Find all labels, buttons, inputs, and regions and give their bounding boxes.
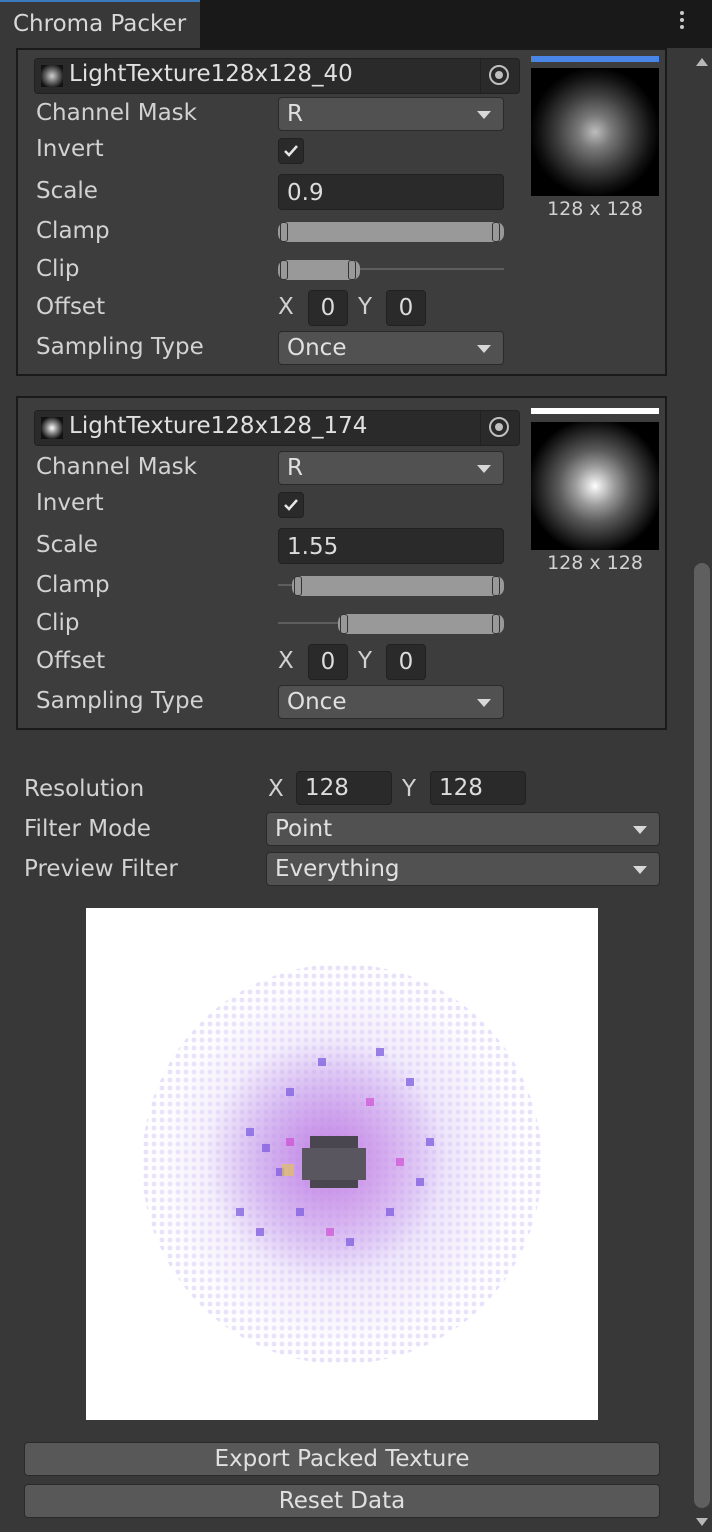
channel-mask-label: Channel Mask bbox=[36, 100, 197, 126]
scale-input[interactable]: 1.55 bbox=[278, 528, 504, 564]
invert-checkbox[interactable] bbox=[278, 138, 304, 164]
resolution-y-label: Y bbox=[402, 776, 417, 802]
texture-name: LightTexture128x128_174 bbox=[69, 413, 368, 439]
object-picker-button[interactable] bbox=[480, 411, 519, 445]
clip-max-handle[interactable] bbox=[348, 260, 356, 280]
channel-mask-dropdown[interactable]: R bbox=[278, 451, 504, 485]
scroll-thumb[interactable] bbox=[694, 563, 710, 1508]
offset-x-input[interactable]: 0 bbox=[308, 644, 348, 680]
clamp-max-handle[interactable] bbox=[492, 222, 500, 242]
clip-min-handle[interactable] bbox=[340, 614, 348, 634]
clip-label: Clip bbox=[36, 610, 80, 636]
clamp-label: Clamp bbox=[36, 572, 110, 598]
offset-y-input[interactable]: 0 bbox=[386, 644, 426, 680]
texture-preview bbox=[531, 422, 659, 550]
offset-label: Offset bbox=[36, 294, 106, 320]
resolution-x-input[interactable]: 128 bbox=[296, 771, 392, 805]
texture-preview bbox=[531, 68, 659, 196]
tab-chroma-packer[interactable]: Chroma Packer bbox=[0, 0, 200, 48]
preview-filter-value: Everything bbox=[275, 856, 400, 882]
sampling-type-dropdown[interactable]: Once bbox=[278, 685, 504, 719]
channel-mask-label: Channel Mask bbox=[36, 454, 197, 480]
clamp-min-handle[interactable] bbox=[294, 576, 302, 596]
packed-texture-image bbox=[132, 954, 552, 1374]
offset-x-label: X bbox=[278, 648, 294, 674]
resolution-x-label: X bbox=[268, 776, 284, 802]
texture-name: LightTexture128x128_40 bbox=[69, 61, 353, 87]
clip-max-handle[interactable] bbox=[492, 614, 500, 634]
offset-x-input[interactable]: 0 bbox=[308, 290, 348, 326]
vertical-scrollbar[interactable] bbox=[692, 48, 712, 1532]
sampling-type-label: Sampling Type bbox=[36, 334, 204, 360]
clamp-min-handle[interactable] bbox=[280, 222, 288, 242]
filter-mode-value: Point bbox=[275, 816, 333, 842]
channel-panel-1: LightTexture128x128_40 Channel Mask R In… bbox=[16, 48, 667, 376]
channel-color-bar bbox=[531, 56, 659, 62]
texture-object-field[interactable]: LightTexture128x128_40 bbox=[34, 58, 520, 94]
texture-thumbnail-icon bbox=[41, 417, 63, 439]
texture-size-label: 128 x 128 bbox=[547, 552, 643, 574]
checkmark-icon bbox=[284, 499, 298, 511]
sampling-type-dropdown[interactable]: Once bbox=[278, 331, 504, 365]
sampling-type-value: Once bbox=[287, 689, 347, 715]
scale-input[interactable]: 0.9 bbox=[278, 174, 504, 210]
filter-mode-label: Filter Mode bbox=[24, 816, 151, 842]
clamp-label: Clamp bbox=[36, 218, 110, 244]
offset-x-label: X bbox=[278, 294, 294, 320]
packed-texture-preview bbox=[86, 908, 598, 1420]
invert-label: Invert bbox=[36, 490, 104, 516]
chevron-down-icon bbox=[477, 111, 491, 119]
more-options-icon[interactable] bbox=[670, 8, 694, 38]
resolution-y-input[interactable]: 128 bbox=[430, 771, 526, 805]
scale-label: Scale bbox=[36, 178, 98, 204]
clip-label: Clip bbox=[36, 256, 80, 282]
chevron-down-icon bbox=[633, 866, 647, 874]
sampling-type-value: Once bbox=[287, 335, 347, 361]
preview-filter-dropdown[interactable]: Everything bbox=[266, 852, 660, 886]
reset-data-button[interactable]: Reset Data bbox=[24, 1484, 660, 1518]
channel-mask-dropdown[interactable]: R bbox=[278, 97, 504, 131]
channel-mask-value: R bbox=[287, 455, 303, 481]
scroll-up-arrow-icon[interactable] bbox=[696, 58, 708, 66]
resolution-label: Resolution bbox=[24, 776, 145, 802]
scroll-down-arrow-icon[interactable] bbox=[696, 1518, 708, 1526]
scale-label: Scale bbox=[36, 532, 98, 558]
chevron-down-icon bbox=[477, 345, 491, 353]
filter-mode-dropdown[interactable]: Point bbox=[266, 812, 660, 846]
offset-label: Offset bbox=[36, 648, 106, 674]
tab-title: Chroma Packer bbox=[13, 11, 187, 37]
texture-thumbnail-icon bbox=[41, 65, 63, 87]
clip-min-handle[interactable] bbox=[280, 260, 288, 280]
invert-checkbox[interactable] bbox=[278, 492, 304, 518]
texture-size-label: 128 x 128 bbox=[547, 198, 643, 220]
texture-object-field[interactable]: LightTexture128x128_174 bbox=[34, 410, 520, 446]
offset-y-label: Y bbox=[358, 648, 373, 674]
invert-label: Invert bbox=[36, 136, 104, 162]
chevron-down-icon bbox=[477, 699, 491, 707]
channel-color-bar bbox=[531, 408, 659, 414]
preview-filter-label: Preview Filter bbox=[24, 856, 178, 882]
chevron-down-icon bbox=[633, 826, 647, 834]
object-picker-button[interactable] bbox=[480, 59, 519, 93]
chevron-down-icon bbox=[477, 465, 491, 473]
clamp-max-handle[interactable] bbox=[492, 576, 500, 596]
offset-y-input[interactable]: 0 bbox=[386, 290, 426, 326]
tab-bar: Chroma Packer bbox=[0, 0, 712, 48]
channel-mask-value: R bbox=[287, 101, 303, 127]
export-packed-texture-button[interactable]: Export Packed Texture bbox=[24, 1442, 660, 1476]
offset-y-label: Y bbox=[358, 294, 373, 320]
channel-panel-2: LightTexture128x128_174 Channel Mask R I… bbox=[16, 396, 667, 730]
checkmark-icon bbox=[284, 145, 298, 157]
sampling-type-label: Sampling Type bbox=[36, 688, 204, 714]
